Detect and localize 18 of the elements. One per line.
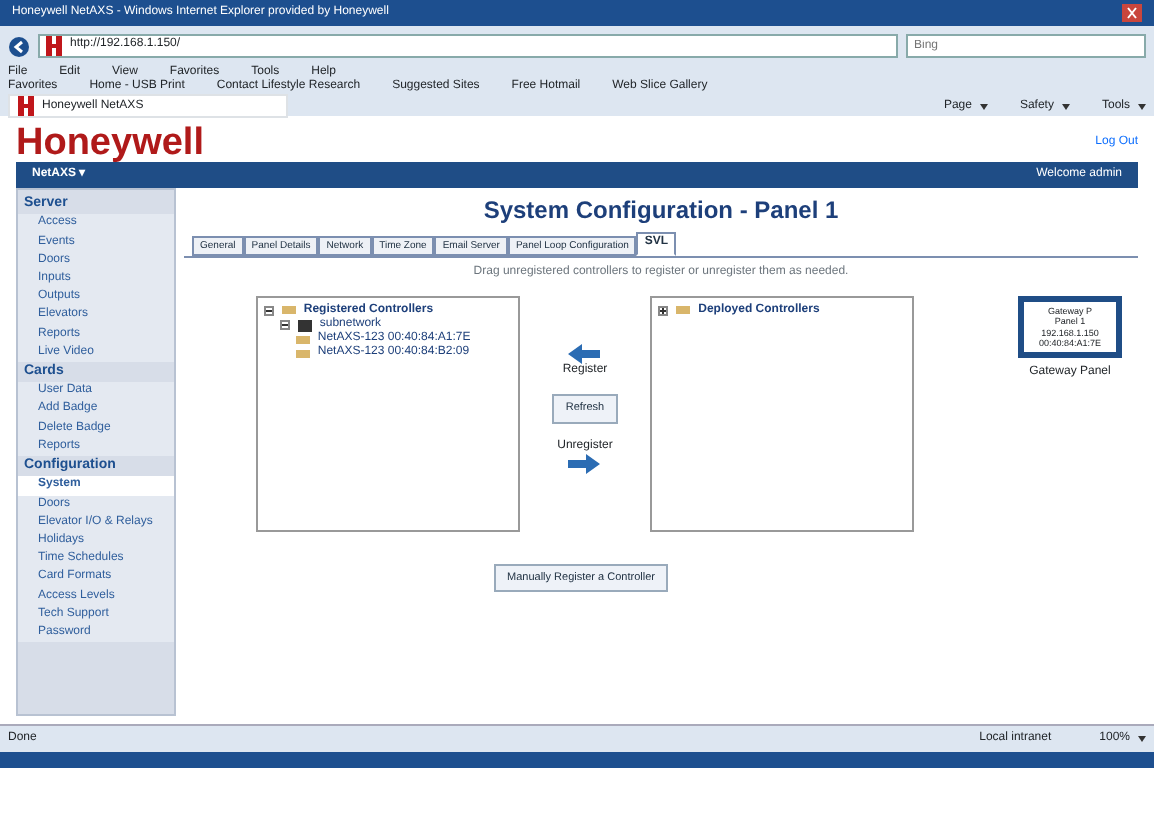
page-title: System Configuration - Panel 1 xyxy=(483,196,839,225)
caret-icon xyxy=(1138,103,1146,110)
folder-icon xyxy=(297,319,312,332)
caret-icon xyxy=(979,103,988,110)
controller-icon xyxy=(281,304,296,317)
collapse-icon[interactable] xyxy=(279,320,290,331)
collapse-icon[interactable] xyxy=(263,305,274,316)
caret-icon xyxy=(1061,103,1070,110)
site-icon xyxy=(18,96,34,117)
controller-icon xyxy=(676,304,691,317)
caret-icon xyxy=(1138,736,1146,742)
right-arrow-icon[interactable] xyxy=(568,453,601,474)
back-icon[interactable] xyxy=(8,35,30,57)
site-icon xyxy=(46,36,62,56)
expand-icon[interactable] xyxy=(658,305,669,316)
logo: Honeywell xyxy=(16,124,204,162)
close-icon[interactable] xyxy=(1122,4,1142,22)
left-arrow-icon[interactable] xyxy=(568,343,601,364)
